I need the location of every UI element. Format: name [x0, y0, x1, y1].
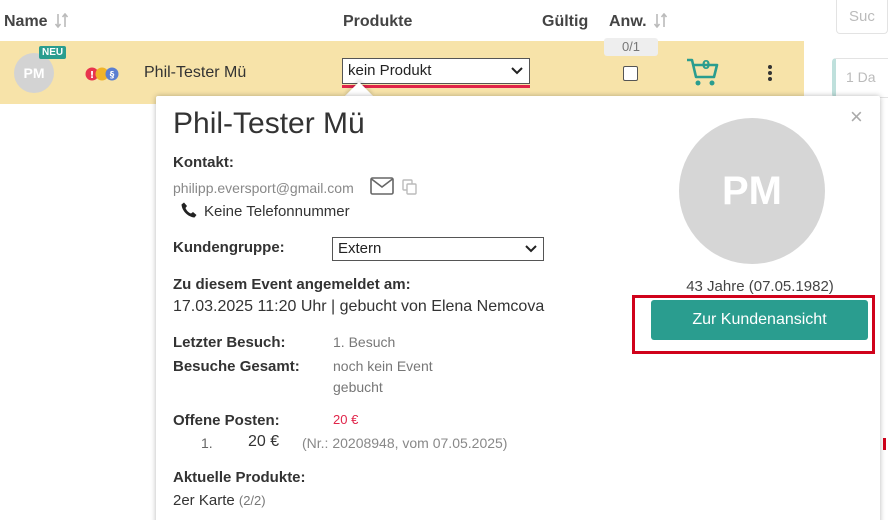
product-select[interactable]: kein Produkt: [342, 58, 530, 84]
sort-icon: [654, 13, 668, 28]
phone-text: Keine Telefonnummer: [204, 203, 350, 220]
new-badge: NEU: [39, 46, 67, 59]
cart-icon[interactable]: 0: [686, 57, 720, 87]
registered-text: 17.03.2025 11:20 Uhr | gebucht von Elena…: [173, 298, 545, 315]
email-text: philipp.eversport@gmail.com: [173, 180, 354, 196]
product-select-value: kein Produkt: [348, 62, 432, 79]
close-icon[interactable]: ×: [850, 106, 863, 128]
column-header-name[interactable]: Name: [4, 13, 69, 31]
popup-title: Phil-Tester Mü: [173, 107, 365, 140]
last-visit-value: 1. Besuch: [333, 334, 396, 350]
contact-label: Kontakt:: [173, 154, 234, 171]
total-visits-value-cont: gebucht: [333, 379, 383, 395]
mail-icon[interactable]: [370, 177, 394, 195]
chevron-down-icon: [511, 67, 523, 75]
status-icons: ! §: [85, 67, 119, 81]
column-header-gueltig: Gültig: [542, 13, 589, 30]
last-visit-label: Letzter Besuch:: [173, 334, 286, 351]
customer-group-select[interactable]: Extern: [332, 237, 544, 261]
sort-icon: [55, 13, 69, 28]
registered-label: Zu diesem Event angemeldet am:: [173, 276, 411, 293]
attendance-count-tooltip: 0/1: [604, 38, 658, 56]
customer-popup: × Phil-Tester Mü Kontakt: philipp.eversp…: [156, 96, 880, 520]
current-product-name: 2er Karte: [173, 492, 235, 509]
avatar: PM: [679, 118, 825, 264]
open-item-reference: (Nr.: 20208948, vom 07.05.2025): [302, 435, 508, 451]
chevron-down-icon: [525, 245, 537, 253]
more-options-icon[interactable]: [762, 63, 778, 83]
product-select-error-underline: [342, 85, 530, 88]
highlight-box: [632, 295, 875, 354]
current-product-count: (2/2): [238, 493, 266, 508]
customer-group-label: Kundengruppe:: [173, 239, 285, 256]
column-header-produkte: Produkte: [343, 13, 413, 30]
cart-count: 0: [702, 58, 710, 72]
open-item-amount: 20 €: [248, 433, 280, 450]
total-visits-label: Besuche Gesamt:: [173, 358, 300, 375]
copy-icon[interactable]: [402, 179, 418, 195]
attendance-checkbox[interactable]: [623, 66, 638, 81]
svg-text:§: §: [110, 71, 115, 81]
svg-text:!: !: [90, 70, 95, 81]
search-input[interactable]: Suc: [836, 0, 888, 34]
column-header-anw[interactable]: Anw.: [609, 13, 668, 31]
table-row: PM NEU ! § Phil-Tester Mü kein Produkt 0: [0, 41, 804, 104]
participant-name[interactable]: Phil-Tester Mü: [144, 64, 246, 82]
red-marker: [883, 438, 886, 450]
open-items-total: 20 €: [333, 412, 359, 427]
column-header-anw-label: Anw.: [609, 13, 647, 30]
avatar[interactable]: PM: [14, 53, 54, 93]
open-item-number: 1.: [201, 435, 213, 451]
current-products-label: Aktuelle Produkte:: [173, 469, 306, 486]
current-product: 2er Karte (2/2): [173, 492, 266, 509]
customer-group-value: Extern: [338, 240, 382, 257]
age-text: 43 Jahre (07.05.1982): [686, 278, 834, 295]
total-visits-value: noch kein Event: [333, 358, 433, 374]
column-header-name-label: Name: [4, 13, 48, 30]
day-card[interactable]: 1 Da: [832, 58, 888, 98]
phone-icon: [181, 202, 197, 218]
open-items-label: Offene Posten:: [173, 412, 280, 429]
